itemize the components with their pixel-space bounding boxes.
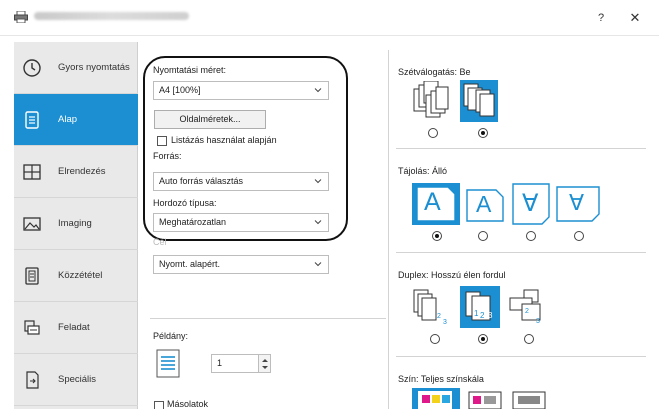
svg-text:1: 1 (474, 309, 479, 318)
sidebar-item-advanced[interactable]: Speciális (14, 354, 138, 406)
orientation-label: Tájolás: Álló (398, 166, 448, 176)
stepper-arrows-icon (262, 359, 268, 369)
publishing-icon (25, 266, 39, 285)
sidebar-item-label: Alap (58, 114, 78, 125)
sidebar-item-label: Speciális (58, 374, 97, 385)
collate-off-radio[interactable] (428, 128, 438, 138)
duplex-short-edge-radio[interactable] (524, 334, 534, 344)
svg-text:2: 2 (525, 308, 529, 315)
highlight-oval (143, 56, 348, 241)
section-divider (396, 148, 646, 149)
sidebar-item-quick-print[interactable]: Gyors nyomtatás (14, 42, 138, 94)
destination-label-partial: Cél (153, 237, 167, 247)
collate-on-radio[interactable] (478, 128, 488, 138)
sidebar-item-label: Imaging (58, 218, 92, 229)
svg-text:3: 3 (488, 311, 493, 320)
color-label: Szín: Teljes színskála (398, 374, 484, 384)
sidebar-item-job[interactable]: Feladat (14, 302, 138, 354)
sidebar-item-basic[interactable]: Alap (14, 94, 138, 146)
color-mono-icon[interactable] (512, 391, 548, 409)
sidebar-item-layout[interactable]: Elrendezés (14, 146, 138, 198)
copies-input[interactable]: 1 (211, 354, 259, 373)
orientation-portrait-rotated-option[interactable]: ∀ (512, 183, 550, 225)
section-divider (150, 318, 386, 319)
copies-label: Példány: (153, 331, 189, 341)
printer-icon (14, 11, 28, 23)
orientation-landscape-option[interactable]: A (466, 186, 504, 222)
duplex-long-edge-radio[interactable] (478, 334, 488, 344)
layout-grid-icon (23, 163, 41, 180)
portrait-glyph: A (424, 188, 441, 216)
landscape-glyph: A (476, 191, 492, 217)
orientation-landscape-rotated-radio[interactable] (574, 231, 584, 241)
destination-value: Nyomt. alapért. (159, 259, 221, 269)
color-full-option[interactable] (412, 388, 460, 409)
landscape-rotated-glyph: ∀ (569, 190, 585, 215)
collate-on-icon (463, 83, 495, 117)
sidebar-item-label: Feladat (58, 322, 90, 333)
copies-stepper[interactable] (258, 354, 271, 373)
window-title-blurred (34, 12, 189, 20)
collate-on-option[interactable] (460, 80, 498, 122)
svg-text:3: 3 (443, 319, 447, 326)
column-divider (388, 50, 389, 409)
help-button[interactable]: ? (590, 8, 612, 28)
orientation-landscape-rotated-option[interactable]: ∀ (556, 186, 600, 222)
sidebar-item-label: Gyors nyomtatás (58, 62, 130, 73)
sidebar-item-label: Elrendezés (58, 166, 106, 177)
collate-off-icon[interactable] (412, 81, 450, 121)
orientation-landscape-radio[interactable] (478, 231, 488, 241)
destination-select[interactable]: Nyomt. alapért. (153, 255, 329, 274)
duplex-long-edge-option[interactable]: 1 2 3 (460, 286, 500, 328)
clock-icon (23, 58, 41, 77)
collate-label: Szétválogatás: Be (398, 67, 471, 77)
duplex-off-icon[interactable]: 2 3 (412, 288, 450, 326)
copies-option-label: Másolatok (167, 399, 209, 409)
sidebar: Gyors nyomtatás Alap Elrendezés Imaging (14, 42, 138, 409)
svg-text:3: 3 (536, 318, 540, 325)
orientation-portrait-option[interactable]: A (412, 183, 460, 225)
sidebar-item-imaging[interactable]: Imaging (14, 198, 138, 250)
chevron-down-icon (314, 262, 322, 267)
copies-checkbox[interactable] (154, 401, 164, 409)
duplex-short-edge-icon[interactable]: 2 3 (508, 288, 544, 326)
section-divider (396, 252, 646, 253)
sidebar-item-label: Közzététel (58, 270, 103, 281)
orientation-portrait-radio[interactable] (432, 231, 442, 241)
color-full-icon (418, 391, 452, 409)
duplex-long-edge-icon: 1 2 3 (465, 291, 493, 321)
sidebar-item-publishing[interactable]: Közzététel (14, 250, 138, 302)
copies-document-icon (156, 349, 180, 378)
document-icon (25, 110, 39, 129)
advanced-icon (26, 370, 39, 389)
title-bar: ? ✕ (0, 0, 659, 36)
duplex-off-radio[interactable] (430, 334, 440, 344)
orientation-portrait-rotated-radio[interactable] (526, 231, 536, 241)
duplex-label: Duplex: Hosszú élen fordul (398, 270, 506, 280)
svg-text:2: 2 (480, 311, 485, 320)
close-button[interactable]: ✕ (624, 8, 646, 28)
portrait-rotated-glyph: ∀ (522, 190, 539, 217)
image-icon (23, 216, 41, 231)
color-partial-icon[interactable] (468, 391, 504, 409)
svg-text:2: 2 (437, 313, 441, 320)
job-icon (24, 319, 40, 335)
section-divider (396, 356, 646, 357)
